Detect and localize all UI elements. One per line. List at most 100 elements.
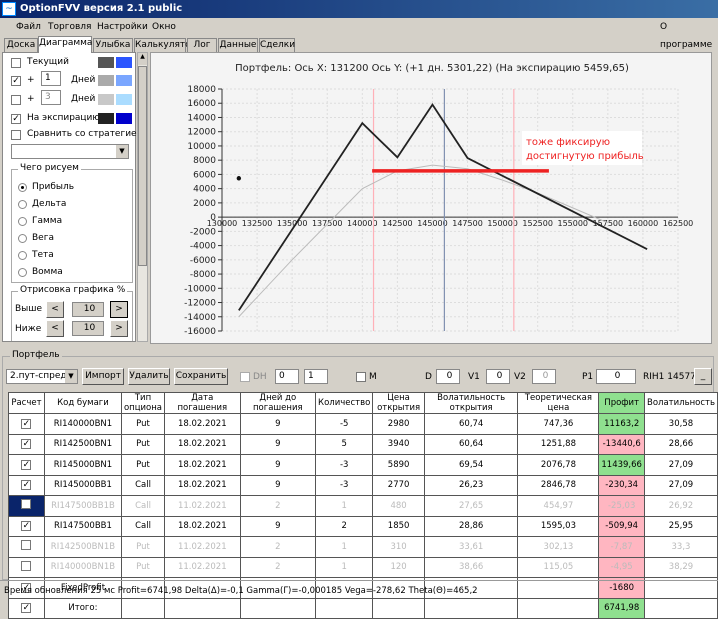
table-cell[interactable]: 310 (372, 536, 425, 558)
ticker-button[interactable]: _ (694, 368, 712, 385)
table-cell[interactable]: RI140000BN1B (43, 556, 122, 578)
table-cell[interactable]: Call (120, 515, 166, 537)
table-cell[interactable]: 2770 (372, 474, 425, 496)
calc-checkbox[interactable] (21, 540, 32, 551)
table-cell[interactable]: RI145000BB1 (43, 474, 122, 496)
current-checkbox[interactable] (11, 58, 21, 68)
table-cell[interactable]: 38,66 (423, 556, 519, 578)
below-value[interactable]: 10 (72, 321, 104, 336)
plus3-color-1[interactable] (98, 94, 114, 105)
tab-1[interactable]: Диаграмма (38, 36, 92, 53)
table-cell[interactable]: -13440,6 (598, 433, 645, 455)
table-cell[interactable]: Put (120, 556, 166, 578)
plus1-checkbox[interactable]: ✓ (11, 76, 21, 86)
table-cell[interactable]: Put (120, 536, 166, 558)
table-cell[interactable] (517, 597, 600, 619)
radio-3[interactable] (18, 234, 27, 243)
radio-5[interactable] (18, 268, 27, 277)
tab-3[interactable]: Калькулятор (134, 38, 196, 52)
table-cell[interactable]: 27,09 (643, 474, 718, 496)
above-increase-button[interactable]: > (110, 301, 128, 318)
column-header[interactable]: Волатильность открытия (423, 392, 519, 414)
plus1-days-input[interactable]: 1 (41, 71, 61, 86)
calc-checkbox[interactable] (21, 560, 32, 571)
calc-cell[interactable]: ✓ (8, 597, 45, 619)
table-cell[interactable]: Call (120, 474, 166, 496)
table-cell[interactable]: 18.02.2021 (164, 413, 241, 435)
table-cell[interactable]: 28,66 (643, 433, 718, 455)
expiry-color-1[interactable] (98, 113, 114, 124)
spinner-2[interactable]: 1 (304, 369, 328, 384)
table-cell[interactable]: 115,05 (517, 556, 600, 578)
expiry-checkbox[interactable]: ✓ (11, 114, 21, 124)
table-cell[interactable]: 60,74 (423, 413, 519, 435)
above-value[interactable]: 10 (72, 302, 104, 317)
table-cell[interactable]: Put (120, 413, 166, 435)
above-decrease-button[interactable]: < (46, 301, 64, 318)
table-cell[interactable]: 2846,78 (517, 474, 600, 496)
table-cell[interactable]: RI142500BN1B (43, 536, 122, 558)
calc-checkbox[interactable]: ✓ (21, 418, 32, 429)
radio-1[interactable] (18, 200, 27, 209)
table-cell[interactable]: 9 (239, 454, 317, 476)
table-cell[interactable]: 2 (239, 556, 317, 578)
table-cell[interactable] (120, 597, 166, 619)
scrollbar-thumb[interactable] (138, 66, 147, 266)
plus3-checkbox[interactable] (11, 95, 21, 105)
table-cell[interactable]: 69,54 (423, 454, 519, 476)
calc-cell[interactable] (8, 495, 45, 517)
plus1-color-2[interactable] (116, 75, 132, 86)
calc-cell[interactable]: ✓ (8, 433, 45, 455)
table-cell[interactable]: 9 (239, 413, 317, 435)
table-cell[interactable]: 5 (315, 433, 374, 455)
column-header[interactable]: Дней до погашения (239, 392, 317, 414)
radio-0[interactable] (18, 183, 27, 192)
delete-button[interactable]: Удалить (128, 368, 170, 385)
table-cell[interactable]: RI147500BB1B (43, 495, 122, 517)
calc-cell[interactable]: ✓ (8, 413, 45, 435)
table-cell[interactable]: 26,92 (643, 495, 718, 517)
table-cell[interactable]: 11.02.2021 (164, 556, 241, 578)
calc-cell[interactable]: ✓ (8, 454, 45, 476)
calc-cell[interactable] (8, 556, 45, 578)
table-cell[interactable]: -5 (315, 413, 374, 435)
table-cell[interactable]: 6741,98 (598, 597, 645, 619)
table-cell[interactable]: 18.02.2021 (164, 454, 241, 476)
menu-window[interactable]: Окно (152, 18, 176, 36)
spinner-1[interactable]: 0 (275, 369, 299, 384)
current-color-1[interactable] (98, 57, 114, 68)
table-cell[interactable]: -509,94 (598, 515, 645, 537)
scroll-up-icon[interactable]: ▲ (138, 53, 147, 65)
p1-input[interactable]: 0 (596, 369, 636, 384)
tab-0[interactable]: Доска (4, 38, 38, 52)
table-cell[interactable]: 60,64 (423, 433, 519, 455)
table-cell[interactable]: 11163,2 (598, 413, 645, 435)
strategy-select[interactable]: 2.пут-спред ▼ (6, 369, 78, 384)
table-cell[interactable]: 2076,78 (517, 454, 600, 476)
calc-checkbox[interactable]: ✓ (21, 480, 32, 491)
table-cell[interactable]: 18.02.2021 (164, 433, 241, 455)
table-cell[interactable]: 1595,03 (517, 515, 600, 537)
table-cell[interactable]: 1251,88 (517, 433, 600, 455)
table-cell[interactable] (315, 597, 374, 619)
table-cell[interactable] (239, 597, 317, 619)
tab-2[interactable]: Улыбка (93, 38, 133, 52)
calc-checkbox[interactable] (21, 499, 32, 510)
table-cell[interactable]: -7,87 (598, 536, 645, 558)
table-cell[interactable]: 9 (239, 515, 317, 537)
calc-cell[interactable]: ✓ (8, 474, 45, 496)
table-cell[interactable] (372, 597, 425, 619)
below-increase-button[interactable]: > (110, 320, 128, 337)
strategy-compare-dropdown[interactable]: ▼ (11, 144, 129, 159)
calc-checkbox[interactable]: ✓ (21, 459, 32, 470)
table-cell[interactable]: RI145000BN1 (43, 454, 122, 476)
v1-input[interactable]: 0 (486, 369, 510, 384)
table-cell[interactable]: 18.02.2021 (164, 515, 241, 537)
dh-checkbox[interactable] (240, 372, 250, 382)
table-cell[interactable]: 1 (315, 536, 374, 558)
column-header[interactable]: Тип опциона (120, 392, 166, 414)
table-cell[interactable]: 27,65 (423, 495, 519, 517)
plus3-days-input[interactable]: 3 (41, 90, 61, 105)
column-header[interactable]: Расчет (8, 392, 45, 414)
menu-trading[interactable]: Торговля (48, 18, 91, 36)
